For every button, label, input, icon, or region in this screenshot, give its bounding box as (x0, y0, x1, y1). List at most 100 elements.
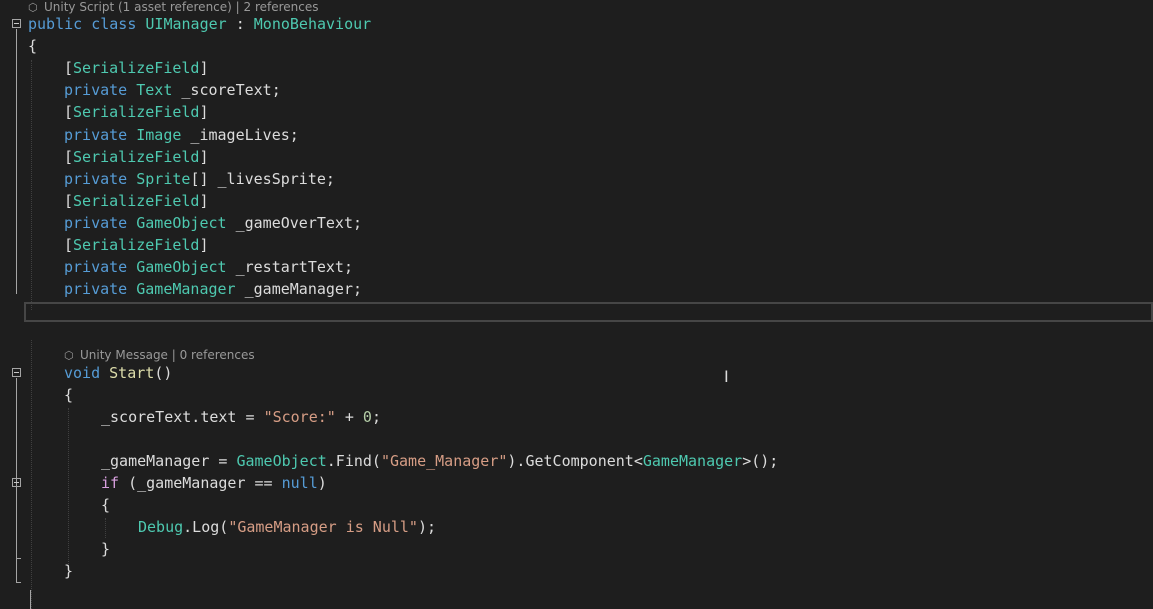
keyword-public: public (28, 15, 83, 33)
indent-guide (105, 518, 106, 538)
codelens-start-text: Unity Message | 0 references (80, 348, 255, 362)
unity-icon: ⬡ (64, 349, 74, 362)
code-line-debug-log[interactable]: Debug.Log("GameManager is Null"); (138, 516, 436, 538)
code-line-start-method[interactable]: void Start() (64, 362, 172, 384)
field-name: [] _livesSprite; (190, 170, 335, 188)
attribute-name: SerializeField (73, 192, 200, 210)
keyword-private: private (64, 258, 128, 276)
code-line-close-brace[interactable]: } (64, 560, 73, 582)
code-line-open-brace[interactable]: { (64, 384, 73, 406)
bracket: ] (199, 236, 209, 254)
colon: : (226, 15, 254, 33)
keyword-void: void (64, 364, 101, 382)
fold-end-if (16, 558, 21, 559)
string-literal: "GameManager is Null" (228, 518, 418, 536)
fold-end-start (16, 582, 21, 583)
type-name: Image (136, 126, 182, 144)
method-name: Start (109, 364, 155, 382)
fold-toggle-start[interactable] (12, 368, 21, 377)
type-name: GameObject (236, 452, 327, 470)
type-name: Text (136, 81, 173, 99)
type-name: Sprite (136, 170, 191, 188)
attribute-name: SerializeField (73, 236, 200, 254)
codelens-class-text: Unity Script (1 asset reference) | 2 ref… (44, 0, 319, 14)
fold-line-class (16, 29, 17, 294)
code-line-open-brace[interactable]: { (28, 35, 37, 57)
code-line-attribute[interactable]: [SerializeField] (64, 146, 209, 168)
code-editor[interactable]: ⬡ Unity Script (1 asset reference) | 2 re… (0, 0, 1153, 609)
keyword-private: private (64, 280, 128, 298)
class-name: UIManager (145, 15, 227, 33)
expression: >(); (742, 452, 779, 470)
field-name: _scoreText; (172, 81, 281, 99)
code-line-field-gamemanager[interactable]: private GameManager _gameManager; (64, 278, 362, 300)
paren: ) (317, 474, 327, 492)
attribute-name: SerializeField (73, 148, 200, 166)
bracket: [ (64, 103, 74, 121)
field-name: _gameOverText; (226, 214, 363, 232)
expression: _scoreText.text = (101, 408, 264, 426)
indent-guide (31, 60, 32, 310)
keyword-private: private (64, 170, 128, 188)
keyword-private: private (64, 214, 128, 232)
bracket: ] (199, 148, 209, 166)
code-line-close-brace[interactable]: } (101, 538, 110, 560)
parens: () (154, 364, 173, 382)
code-line-class-declaration[interactable]: public class UIManager : MonoBehaviour (28, 13, 371, 35)
operator: + (335, 408, 363, 426)
method-call: .Log( (183, 518, 229, 536)
bracket: [ (64, 192, 74, 210)
attribute-name: SerializeField (73, 103, 200, 121)
code-line-field-scoretext[interactable]: private Text _scoreText; (64, 79, 281, 101)
bracket: [ (64, 59, 74, 77)
field-name: _imageLives; (181, 126, 299, 144)
code-line-field-restarttext[interactable]: private GameObject _restartText; (64, 256, 353, 278)
expression: _gameManager = (101, 452, 237, 470)
method-call: .Find( (326, 452, 381, 470)
indent-guide (68, 408, 69, 568)
number-literal: 0 (362, 408, 372, 426)
keyword-null: null (281, 474, 318, 492)
keyword-class: class (91, 15, 137, 33)
attribute-name: SerializeField (73, 59, 200, 77)
code-line-if-null[interactable]: if (_gameManager == null) (101, 472, 327, 494)
bracket: [ (64, 148, 74, 166)
ibeam-cursor-icon: I (724, 367, 729, 386)
code-line-attribute[interactable]: [SerializeField] (64, 101, 209, 123)
fold-line-if (16, 488, 17, 558)
codelens-start[interactable]: ⬡ Unity Message | 0 references (64, 348, 255, 362)
indent-guide (31, 340, 32, 609)
current-line-highlight (24, 302, 1153, 322)
type-name: GameManager (642, 452, 743, 470)
code-line-attribute[interactable]: [SerializeField] (64, 190, 209, 212)
type-name: GameObject (136, 258, 227, 276)
type-name: Debug (138, 518, 184, 536)
code-line-field-gameovertext[interactable]: private GameObject _gameOverText; (64, 212, 362, 234)
code-line-open-brace[interactable]: { (101, 494, 110, 516)
field-name: _gameManager; (235, 280, 363, 298)
expression: ); (417, 518, 437, 536)
base-class: MonoBehaviour (253, 15, 372, 33)
code-line-attribute[interactable]: [SerializeField] (64, 57, 209, 79)
string-literal: "Score:" (263, 408, 336, 426)
fold-toggle-class[interactable] (12, 19, 21, 28)
fold-toggle-if[interactable] (12, 478, 21, 487)
code-line-find-gamemanager[interactable]: _gameManager = GameObject.Find("Game_Man… (101, 450, 778, 472)
bracket: [ (64, 236, 74, 254)
code-line-score-assignment[interactable]: _scoreText.text = "Score:" + 0; (101, 406, 381, 428)
code-line-attribute[interactable]: [SerializeField] (64, 234, 209, 256)
string-literal: "Game_Manager" (380, 452, 508, 470)
bracket: ] (199, 192, 209, 210)
code-line-field-imagelives[interactable]: private Image _imageLives; (64, 124, 299, 146)
code-line-field-livessprite[interactable]: private Sprite[] _livesSprite; (64, 168, 335, 190)
codelens-class[interactable]: ⬡ Unity Script (1 asset reference) | 2 re… (28, 0, 319, 14)
type-name: GameObject (136, 214, 227, 232)
